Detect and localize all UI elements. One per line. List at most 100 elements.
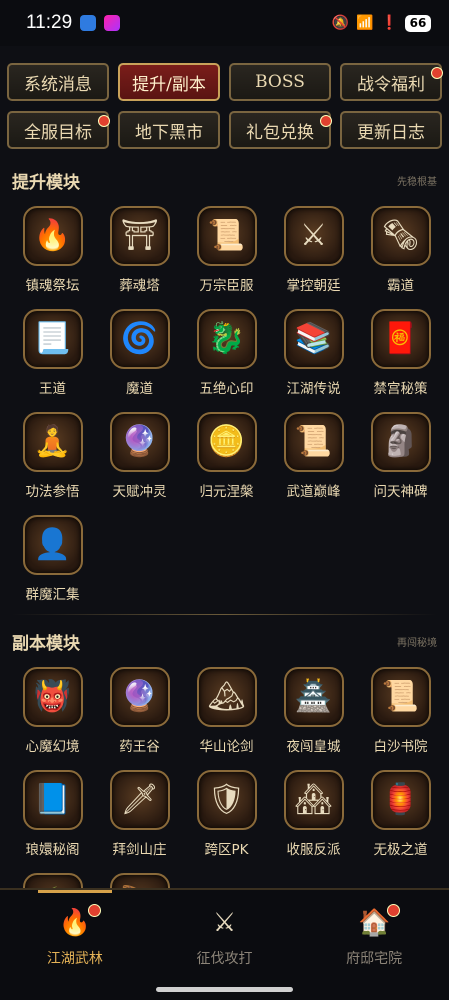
nav-item-2[interactable]: 🏠 府邸宅院 bbox=[299, 890, 449, 982]
module-item[interactable]: 🧧 禁宫秘策 bbox=[357, 303, 444, 406]
module-label: 华山论剑 bbox=[199, 739, 254, 755]
module-item[interactable]: ⚔ 掌控朝廷 bbox=[270, 200, 357, 303]
mute-icon: 🔕 bbox=[331, 15, 350, 31]
module-icon: 📜 bbox=[196, 206, 257, 266]
module-label: 武道巅峰 bbox=[286, 484, 341, 500]
module-icon: 🪙 bbox=[196, 412, 257, 472]
tab-7[interactable]: 更新日志 bbox=[340, 111, 442, 149]
tab-2[interactable]: BOSS bbox=[229, 63, 331, 101]
wifi-icon: 📶 bbox=[356, 15, 374, 31]
module-label: 天赋冲灵 bbox=[112, 484, 167, 500]
module-label: 葬魂塔 bbox=[119, 278, 160, 294]
module-icon: 👤 bbox=[22, 515, 83, 575]
nav-icon: ⚔ bbox=[213, 908, 236, 940]
tab-6[interactable]: 礼包兑换 bbox=[229, 111, 332, 149]
module-item[interactable]: ⛩ 葬魂塔 bbox=[96, 200, 183, 303]
module-item[interactable]: 🛡 跨区PK bbox=[183, 764, 270, 867]
module-item[interactable]: 🗡 拜剑山庄 bbox=[96, 764, 183, 867]
module-label: 禁宫秘策 bbox=[373, 381, 428, 397]
module-label: 白沙书院 bbox=[373, 739, 428, 755]
module-item[interactable]: 📜 白沙书院 bbox=[357, 661, 444, 764]
module-item[interactable]: 🪙 归元涅槃 bbox=[183, 406, 270, 509]
module-icon: 🗿 bbox=[370, 412, 431, 472]
tab-5[interactable]: 地下黑市 bbox=[118, 111, 220, 149]
module-label: 问天神碑 bbox=[373, 484, 428, 500]
status-bar: 11:29 🔕 📶 ❗ 66 bbox=[0, 0, 449, 46]
module-item[interactable]: 🗞 霸道 bbox=[357, 200, 444, 303]
module-item[interactable]: 🔮 药王谷 bbox=[96, 661, 183, 764]
tab-label: 战令福利 bbox=[357, 74, 425, 95]
nav-icon: 🔥 bbox=[59, 904, 102, 940]
section-hint: 再闯秘境 bbox=[397, 637, 437, 649]
module-label: 跨区PK bbox=[204, 842, 249, 858]
nav-item-1[interactable]: ⚔ 征伐攻打 bbox=[150, 890, 300, 982]
bottom-nav: 🔥 江湖武林 ⚔ 征伐攻打 🏠 府邸宅院 bbox=[0, 888, 449, 1000]
nav-glyph-icon: 🏠 bbox=[357, 908, 391, 938]
module-label: 魔道 bbox=[126, 381, 153, 397]
tab-label: 全服目标 bbox=[24, 122, 92, 143]
main-content[interactable]: 提升模块 先稳根基 🔥 镇魂祭坛 ⛩ 葬魂塔 📜 万宗臣服 ⚔ 掌控朝廷 🗞 霸道 📃 王道 🌀 魔道 🐉 五… bbox=[0, 160, 449, 888]
module-item[interactable]: 🪶 bbox=[96, 867, 183, 888]
section-hint: 先稳根基 bbox=[397, 176, 437, 188]
alert-icon: ❗ bbox=[380, 15, 398, 31]
module-label: 心魔幻境 bbox=[25, 739, 80, 755]
module-item[interactable]: 👹 心魔幻境 bbox=[9, 661, 96, 764]
section-title: 副本模块 bbox=[12, 633, 80, 654]
nav-label: 江湖武林 bbox=[46, 951, 103, 967]
module-icon: 📘 bbox=[22, 770, 83, 830]
tab-label: 系统消息 bbox=[24, 74, 92, 95]
module-item[interactable]: 🐉 五绝心印 bbox=[183, 303, 270, 406]
dungeon-module-grid: 👹 心魔幻境 🔮 药王谷 🏔 华山论剑 🏯 夜闯皇城 📜 白沙书院 📘 琅嬛秘阁 🗡 拜剑山庄 🛡 跨区PK 🏘… bbox=[0, 661, 449, 888]
module-item[interactable]: 📜 武道巅峰 bbox=[270, 406, 357, 509]
notification-dot bbox=[387, 904, 401, 917]
module-item[interactable]: 📘 琅嬛秘阁 bbox=[9, 764, 96, 867]
module-item[interactable]: 📃 王道 bbox=[9, 303, 96, 406]
tab-0[interactable]: 系统消息 bbox=[7, 63, 109, 101]
module-label: 掌控朝廷 bbox=[286, 278, 341, 294]
module-icon: 📜 bbox=[283, 412, 344, 472]
module-item[interactable]: 🗿 问天神碑 bbox=[357, 406, 444, 509]
module-label: 江湖传说 bbox=[286, 381, 341, 397]
module-item[interactable]: 👤 群魔汇集 bbox=[9, 509, 96, 612]
module-label: 王道 bbox=[39, 381, 66, 397]
notification-dot bbox=[431, 67, 443, 79]
module-label: 万宗臣服 bbox=[199, 278, 254, 294]
module-item[interactable]: 📜 万宗臣服 bbox=[183, 200, 270, 303]
module-icon: 🗞 bbox=[370, 206, 431, 266]
module-label: 霸道 bbox=[387, 278, 414, 294]
module-label: 无极之道 bbox=[373, 842, 428, 858]
module-icon: 🌾 bbox=[22, 873, 83, 888]
tab-label: 礼包兑换 bbox=[246, 122, 314, 143]
module-item[interactable]: 🌀 魔道 bbox=[96, 303, 183, 406]
module-icon: 🐉 bbox=[196, 309, 257, 369]
module-label: 群魔汇集 bbox=[25, 587, 80, 603]
module-item[interactable]: 🧘 功法参悟 bbox=[9, 406, 96, 509]
module-item[interactable]: 🏘 收服反派 bbox=[270, 764, 357, 867]
module-item[interactable]: 🔮 天赋冲灵 bbox=[96, 406, 183, 509]
nav-icon: 🏠 bbox=[357, 904, 401, 940]
tab-4[interactable]: 全服目标 bbox=[7, 111, 110, 149]
module-label: 收服反派 bbox=[286, 842, 341, 858]
module-icon: 🪶 bbox=[109, 873, 170, 888]
module-icon: 🏔 bbox=[196, 667, 257, 727]
module-item[interactable]: 🔥 镇魂祭坛 bbox=[9, 200, 96, 303]
module-item[interactable]: 🌾 bbox=[9, 867, 96, 888]
module-item[interactable]: 📚 江湖传说 bbox=[270, 303, 357, 406]
module-label: 琅嬛秘阁 bbox=[25, 842, 80, 858]
module-item[interactable]: 🏔 华山论剑 bbox=[183, 661, 270, 764]
tab-label: 地下黑市 bbox=[135, 122, 203, 143]
tab-3[interactable]: 战令福利 bbox=[340, 63, 443, 101]
tab-label: 更新日志 bbox=[357, 122, 425, 143]
nav-item-0[interactable]: 🔥 江湖武林 bbox=[0, 890, 150, 982]
tab-1[interactable]: 提升/副本 bbox=[118, 63, 220, 101]
tab-grid: 系统消息 提升/副本 BOSS 战令福利全服目标 地下黑市 礼包兑换 更新日志 bbox=[7, 63, 443, 149]
app-notification-icon bbox=[80, 15, 97, 31]
module-icon: 🛡 bbox=[196, 770, 257, 830]
nav-glyph-icon: ⚔ bbox=[212, 908, 237, 938]
home-indicator[interactable] bbox=[156, 987, 293, 992]
module-label: 归元涅槃 bbox=[199, 484, 254, 500]
module-item[interactable]: 🏯 夜闯皇城 bbox=[270, 661, 357, 764]
module-icon: 🗡 bbox=[109, 770, 170, 830]
module-item[interactable]: 🏮 无极之道 bbox=[357, 764, 444, 867]
system-icons: 🔕 📶 ❗ 66 bbox=[331, 14, 431, 32]
